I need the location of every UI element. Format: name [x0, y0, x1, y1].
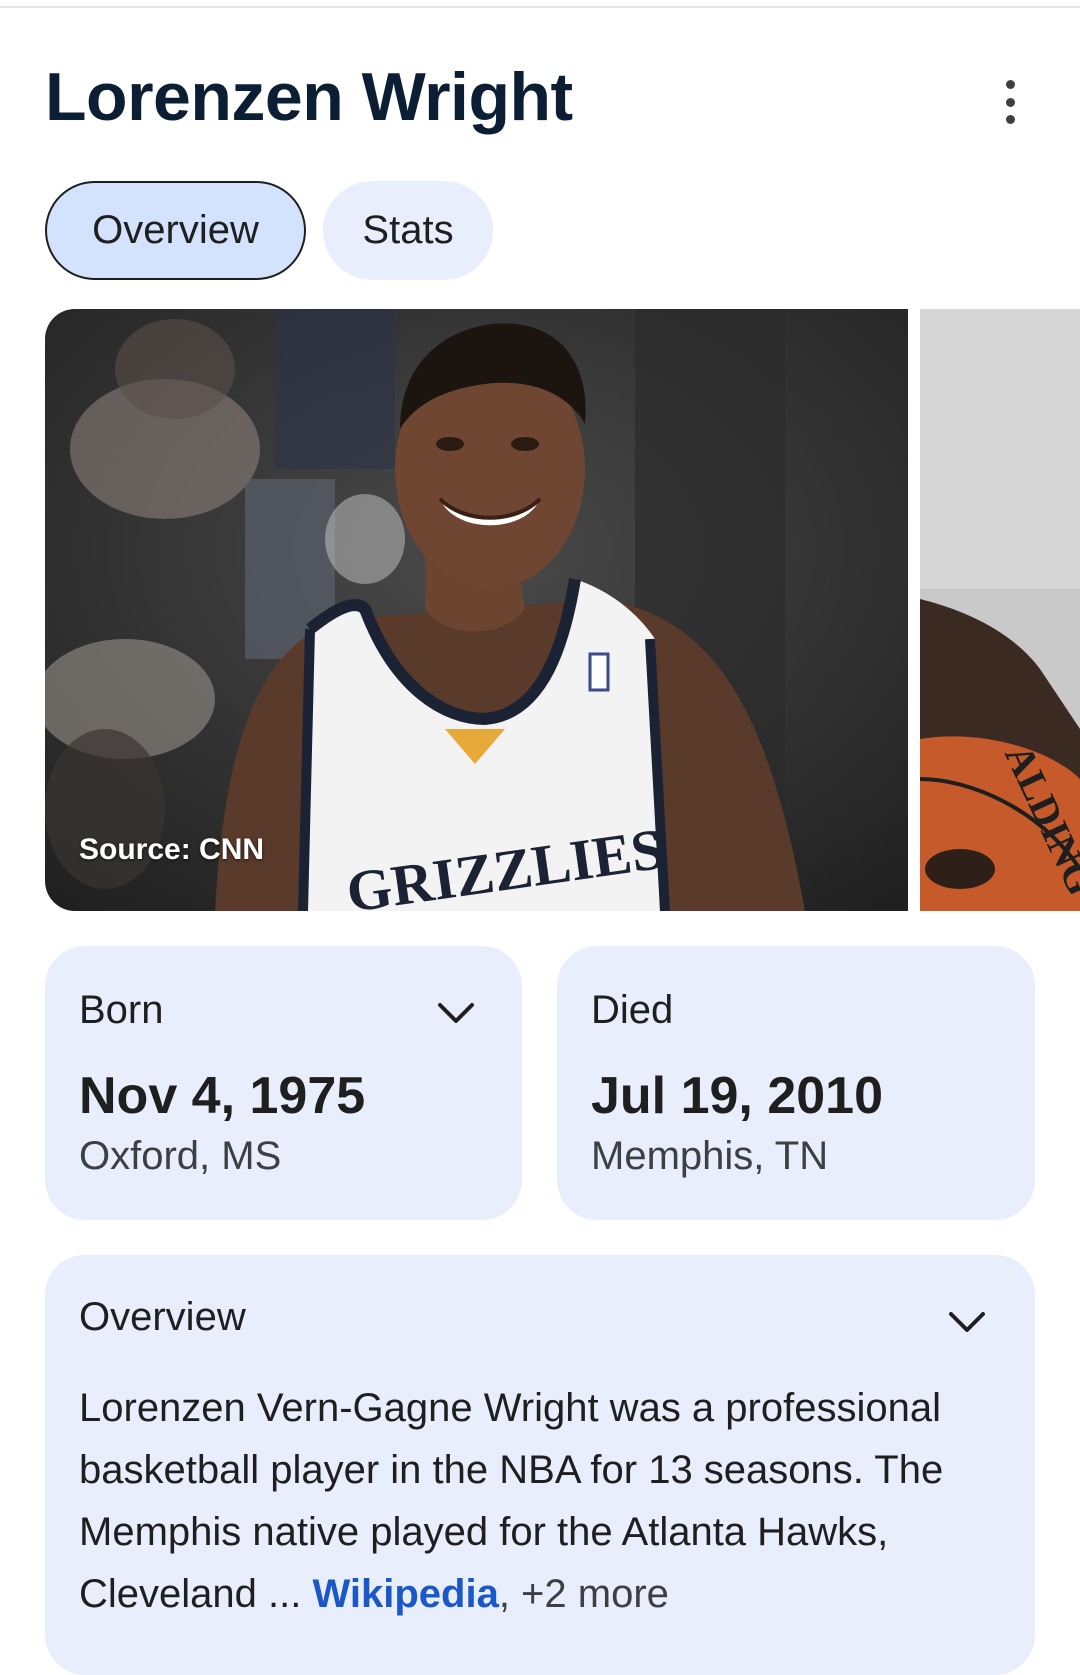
more-options-icon[interactable]	[995, 80, 1025, 124]
died-label: Died	[591, 988, 674, 1032]
born-date: Nov 4, 1975	[79, 1067, 366, 1125]
more-sources-link[interactable]: , +2 more	[499, 1572, 669, 1616]
wikipedia-link[interactable]: Wikipedia	[312, 1572, 498, 1616]
secondary-photo-image: ALDING	[920, 309, 1080, 911]
top-divider	[0, 6, 1080, 8]
overview-card[interactable]: Overview Lorenzen Vern-Gagne Wright was …	[45, 1255, 1035, 1675]
overview-ellipsis: ...	[256, 1572, 313, 1616]
secondary-photo[interactable]: ALDING	[920, 309, 1080, 911]
born-place: Oxford, MS	[79, 1134, 282, 1178]
overview-label: Overview	[79, 1295, 246, 1339]
player-photo-image: GRIZZLIES	[45, 309, 908, 911]
born-card[interactable]: Born Nov 4, 1975 Oxford, MS	[45, 946, 522, 1220]
born-label: Born	[79, 988, 164, 1032]
overview-text-block: Lorenzen Vern-Gagne Wright was a profess…	[79, 1377, 1019, 1625]
page-title: Lorenzen Wright	[45, 59, 573, 135]
chevron-down-icon[interactable]	[437, 1002, 475, 1024]
tab-stats[interactable]: Stats	[323, 181, 493, 280]
died-card[interactable]: Died Jul 19, 2010 Memphis, TN	[557, 946, 1035, 1220]
photo-source-caption: Source: CNN	[79, 833, 265, 866]
died-place: Memphis, TN	[591, 1134, 829, 1178]
chevron-down-icon[interactable]	[948, 1311, 986, 1333]
died-date: Jul 19, 2010	[591, 1067, 883, 1125]
tab-overview[interactable]: Overview	[45, 181, 306, 280]
main-photo[interactable]: GRIZZLIES Source: CNN	[45, 309, 908, 911]
